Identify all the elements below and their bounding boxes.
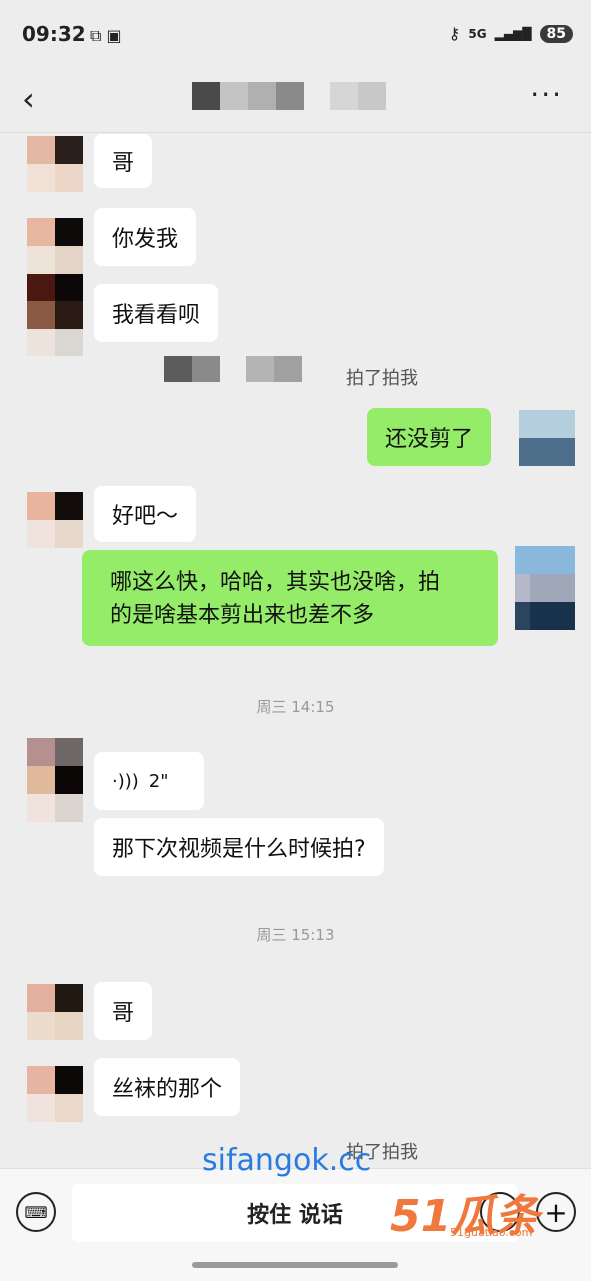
voice-wave-icon: ·))) (112, 770, 139, 792)
watermark-site: sifangok.cc (202, 1143, 372, 1178)
message-line: 的是啥基本剪出来也差不多 (110, 603, 375, 628)
message-bubble-received[interactable]: 那下次视频是什么时候拍? (94, 818, 384, 876)
time-separator: 周三 14:15 (256, 698, 335, 716)
voice-message-bubble[interactable]: ·))) 2" (94, 752, 204, 810)
keyboard-icon[interactable]: ⌨ (16, 1192, 56, 1232)
pat-notice: 拍了拍我 (346, 368, 418, 389)
message-line: 哪这么快，哈哈，其实也没啥，拍 (110, 570, 441, 595)
status-time: 09:32 (22, 22, 86, 46)
my-avatar[interactable] (515, 546, 575, 630)
contact-avatar[interactable] (27, 984, 83, 1040)
status-icons: ⚷ 5G ▂▄▆█ 85 (449, 24, 573, 43)
message-bubble-received[interactable]: 哥 (94, 982, 153, 1040)
contact-avatar[interactable] (27, 492, 83, 548)
more-options-icon[interactable]: ··· (530, 78, 563, 111)
plus-icon[interactable]: + (536, 1192, 576, 1232)
pat-sender-blurred (164, 356, 302, 382)
chat-title-blurred (192, 82, 386, 110)
header-divider (0, 132, 591, 133)
time-separator: 周三 15:13 (256, 926, 335, 944)
contact-avatar[interactable] (27, 218, 83, 274)
message-bubble-received[interactable]: 哥 (94, 134, 153, 188)
signal-label: 5G (468, 26, 487, 41)
key-icon: ⚷ (448, 24, 461, 43)
message-bubble-received[interactable]: 我看看呗 (94, 284, 219, 342)
back-icon[interactable]: ‹ (22, 80, 35, 118)
signal-bars-icon: ▂▄▆█ (494, 26, 532, 41)
message-bubble-received[interactable]: 好吧～ (94, 486, 197, 542)
contact-avatar[interactable] (27, 738, 83, 822)
my-avatar[interactable] (519, 410, 575, 466)
screenshot-icon: ⧉ ▣ (90, 26, 122, 45)
contact-avatar[interactable] (27, 1066, 83, 1122)
message-bubble-sent[interactable]: 还没剪了 (367, 408, 492, 466)
contact-avatar[interactable] (27, 274, 83, 356)
message-bubble-sent-multiline[interactable]: 哪这么快，哈哈，其实也没啥，拍 的是啥基本剪出来也差不多 (82, 550, 498, 646)
message-bubble-received[interactable]: 你发我 (94, 208, 197, 266)
battery-badge: 85 (539, 24, 573, 43)
watermark-logo-url: 51guatiao.com (450, 1226, 533, 1239)
home-indicator[interactable] (192, 1262, 398, 1268)
contact-avatar[interactable] (27, 136, 83, 192)
voice-duration: 2" (148, 770, 169, 792)
message-bubble-received[interactable]: 丝袜的那个 (94, 1058, 241, 1116)
